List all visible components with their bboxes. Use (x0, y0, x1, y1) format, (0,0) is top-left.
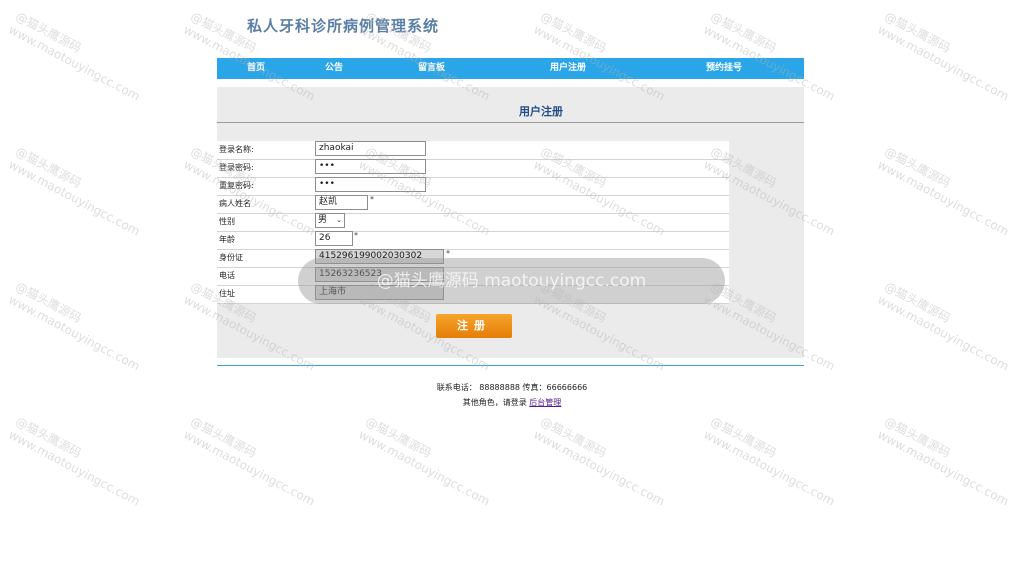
watermark-line: @猫头鹰源码 (538, 414, 609, 461)
watermark-tile: @猫头鹰源码 www.maotouyingcc.com (356, 412, 500, 508)
nav-home[interactable]: 首页 (247, 58, 265, 79)
watermark-url: www.maotouyingcc.com (6, 157, 143, 239)
watermark-tile: @猫头鹰源码 www.maotouyingcc.com (531, 412, 675, 508)
gender-select[interactable]: 男 ⌄ (315, 213, 345, 228)
watermark-url: www.maotouyingcc.com (6, 292, 143, 374)
panel-divider (217, 122, 804, 123)
id-card-label: 身份证 (219, 253, 243, 262)
watermark-tile: @猫头鹰源码 www.maotouyingcc.com (6, 277, 150, 373)
login-name-label: 登录名称: (219, 145, 254, 154)
watermark-line: @猫头鹰源码 (188, 414, 259, 461)
id-card-required-mark: * (446, 249, 450, 258)
watermark-line: @猫头鹰源码 (363, 414, 434, 461)
password-repeat-label: 重复密码: (219, 181, 254, 190)
address-label: 住址 (219, 289, 235, 298)
panel-title: 用户注册 (519, 105, 563, 118)
form-row-password: 登录密码: ••• (217, 159, 729, 178)
watermark-banner: @猫头鹰源码 maotouyingcc.com (298, 258, 725, 304)
watermark-line: @猫头鹰源码 (882, 144, 953, 191)
form-row-age: 年龄 26 * (217, 231, 729, 250)
watermark-tile: @猫头鹰源码 www.maotouyingcc.com (181, 412, 325, 508)
watermark-url: www.maotouyingcc.com (875, 292, 1012, 374)
footer-contact: 联系电话： 88888888 传真：66666666 (436, 383, 588, 392)
age-required-mark: * (354, 231, 358, 240)
watermark-url: www.maotouyingcc.com (6, 427, 143, 509)
watermark-tile: @猫头鹰源码 www.maotouyingcc.com (875, 142, 1019, 238)
nav-user-register[interactable]: 用户注册 (550, 58, 586, 79)
watermark-line: @猫头鹰源码 (13, 9, 84, 56)
watermark-url: www.maotouyingcc.com (875, 22, 1012, 104)
admin-login-link[interactable]: 后台管理 (529, 398, 561, 407)
watermark-line: @猫头鹰源码 (13, 414, 84, 461)
footer-divider (217, 365, 804, 366)
watermark-url: www.maotouyingcc.com (531, 427, 668, 509)
nav-message-board[interactable]: 留言板 (418, 58, 445, 79)
watermark-line: @猫头鹰源码 (708, 414, 779, 461)
watermark-url: www.maotouyingcc.com (701, 427, 838, 509)
watermark-url: www.maotouyingcc.com (181, 427, 318, 509)
patient-name-label: 病人姓名 (219, 199, 251, 208)
gender-selected-value: 男 (318, 215, 328, 225)
watermark-banner-text: @猫头鹰源码 maotouyingcc.com (376, 271, 647, 291)
watermark-tile: @猫头鹰源码 www.maotouyingcc.com (875, 277, 1019, 373)
watermark-line: @猫头鹰源码 (882, 9, 953, 56)
watermark-line: @猫头鹰源码 (882, 279, 953, 326)
watermark-tile: @猫头鹰源码 www.maotouyingcc.com (6, 412, 150, 508)
watermark-url: www.maotouyingcc.com (875, 427, 1012, 509)
password-repeat-input[interactable]: ••• (315, 177, 426, 192)
register-submit-button[interactable]: 注册 (436, 314, 512, 338)
watermark-line: @猫头鹰源码 (13, 279, 84, 326)
footer-other-roles: 其他角色，请登录 后台管理 (0, 397, 1024, 408)
site-title: 私人牙科诊所病例管理系统 (247, 17, 440, 35)
watermark-tile: @猫头鹰源码 www.maotouyingcc.com (6, 142, 150, 238)
chevron-down-icon: ⌄ (336, 216, 342, 224)
watermark-url: www.maotouyingcc.com (356, 427, 493, 509)
nav-announcements[interactable]: 公告 (325, 58, 343, 79)
main-navbar: 首页 公告 留言板 用户注册 预约挂号 (217, 58, 804, 79)
watermark-tile: @猫头鹰源码 www.maotouyingcc.com (6, 7, 150, 103)
patient-name-input[interactable]: 赵凯 (315, 195, 368, 210)
watermark-line: @猫头鹰源码 (13, 144, 84, 191)
form-row-patient-name: 病人姓名 赵凯 * (217, 195, 729, 214)
watermark-tile: @猫头鹰源码 www.maotouyingcc.com (875, 7, 1019, 103)
watermark-url: www.maotouyingcc.com (6, 22, 143, 104)
watermark-line: @猫头鹰源码 (882, 414, 953, 461)
form-row-password-repeat: 重复密码: ••• (217, 177, 729, 196)
nav-appointment[interactable]: 预约挂号 (706, 58, 742, 79)
gender-label: 性别 (219, 217, 235, 226)
watermark-tile: @猫头鹰源码 www.maotouyingcc.com (701, 412, 845, 508)
age-label: 年龄 (219, 235, 235, 244)
form-row-login-name: 登录名称: zhaokai (217, 141, 729, 160)
watermark-url: www.maotouyingcc.com (875, 157, 1012, 239)
form-row-gender: 性别 男 ⌄ (217, 213, 729, 232)
patient-name-required-mark: * (370, 195, 374, 204)
password-input[interactable]: ••• (315, 159, 426, 174)
watermark-tile: @猫头鹰源码 www.maotouyingcc.com (875, 412, 1019, 508)
footer-other-prefix: 其他角色，请登录 (462, 398, 527, 407)
login-name-input[interactable]: zhaokai (315, 141, 426, 156)
age-input[interactable]: 26 (315, 231, 353, 246)
phone-label: 电话 (219, 271, 235, 280)
password-label: 登录密码: (219, 163, 254, 172)
